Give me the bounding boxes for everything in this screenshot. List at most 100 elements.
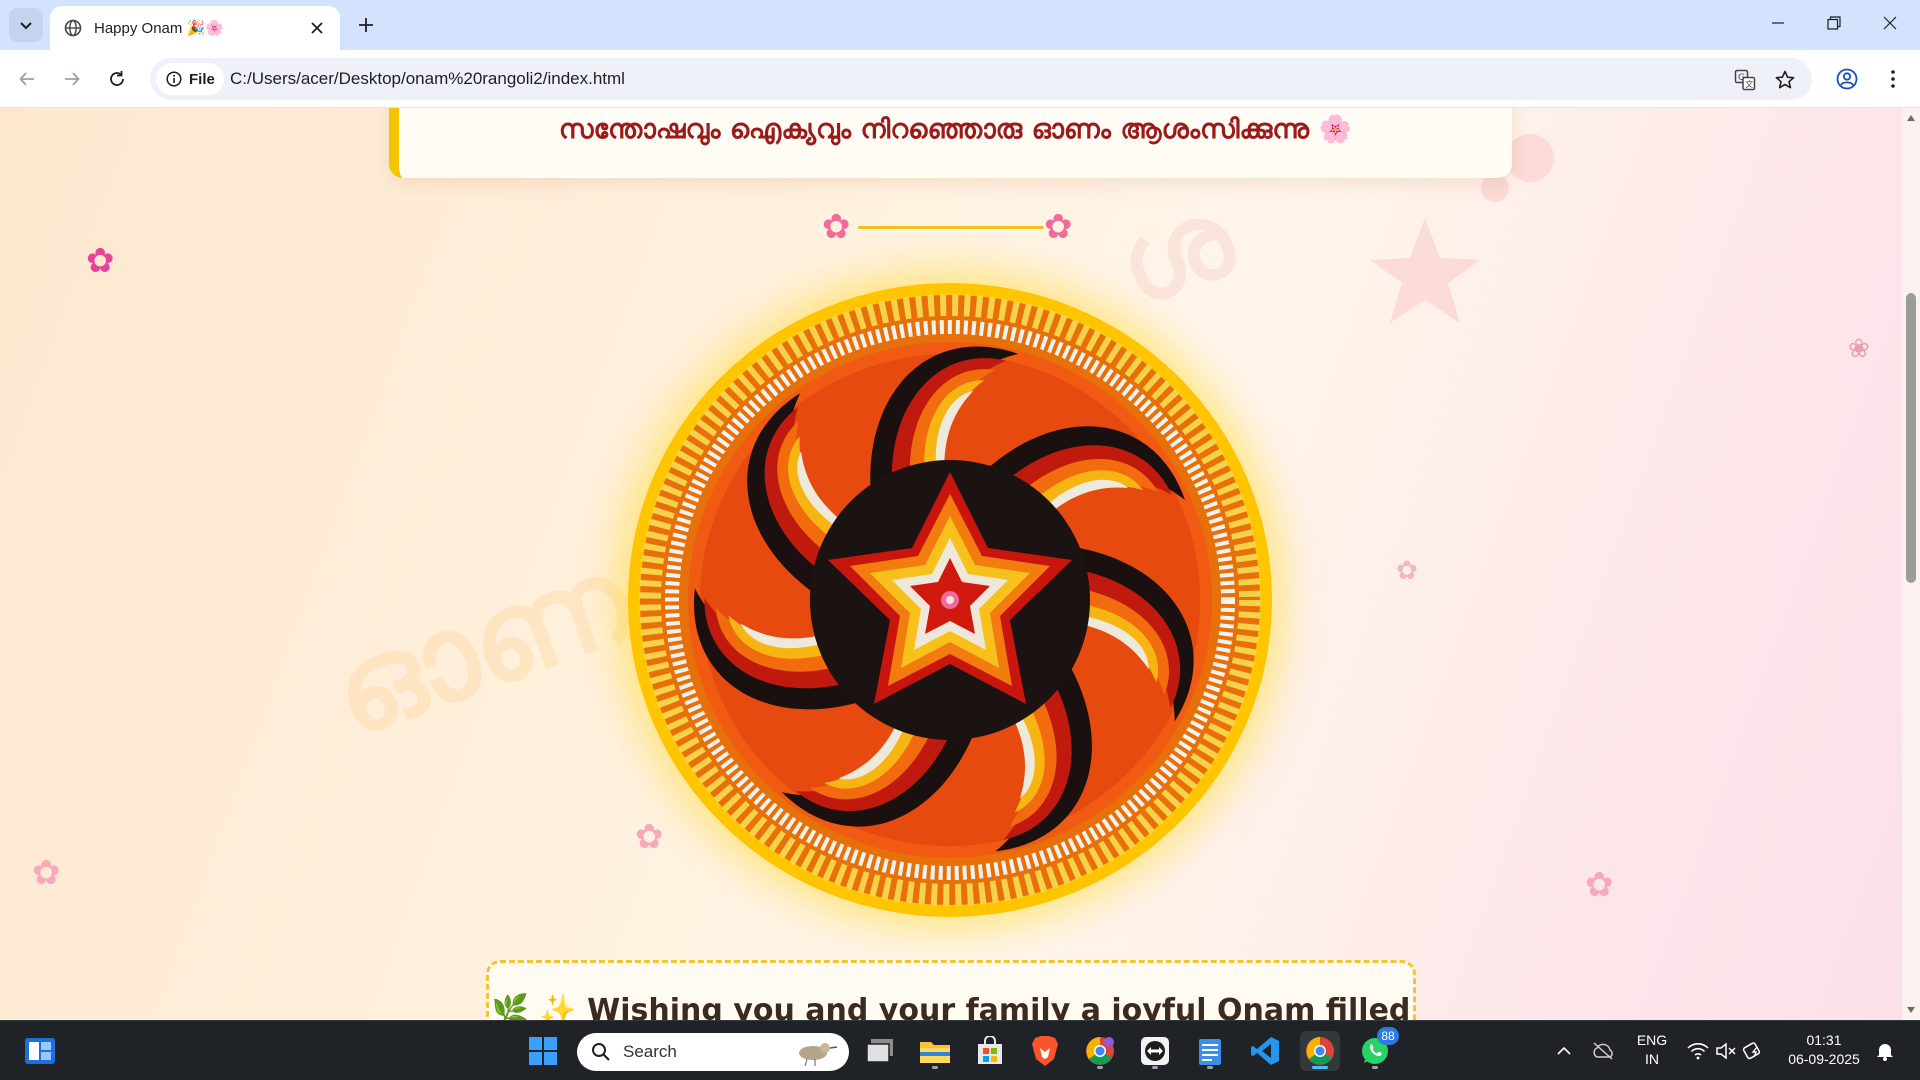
restore-icon bbox=[1827, 16, 1841, 30]
address-bar[interactable]: File C:/Users/acer/Desktop/onam%20rangol… bbox=[150, 58, 1812, 100]
clock-time: 01:31 bbox=[1806, 1032, 1842, 1048]
tab-strip: Happy Onam 🎉🌸 bbox=[0, 0, 1920, 50]
bird-illustration-icon bbox=[799, 1043, 837, 1067]
battery-button[interactable] bbox=[1741, 1031, 1767, 1071]
store-icon bbox=[978, 1036, 1002, 1064]
page-scrollbar[interactable] bbox=[1902, 108, 1920, 1020]
clock[interactable]: 01:31 06-09-2025 bbox=[1782, 1031, 1866, 1069]
close-icon bbox=[311, 22, 323, 34]
new-tab-button[interactable] bbox=[350, 9, 382, 41]
floating-flower-icon: ✿ bbox=[1396, 556, 1418, 586]
chevron-up-icon bbox=[1557, 1046, 1571, 1055]
widgets-icon bbox=[25, 1038, 55, 1064]
floating-flower-icon: ✿ bbox=[32, 853, 61, 893]
info-icon bbox=[166, 71, 182, 87]
notepad-button[interactable] bbox=[1190, 1031, 1230, 1071]
vscode-icon bbox=[1251, 1037, 1279, 1065]
tab-title: Happy Onam 🎉🌸 bbox=[94, 20, 224, 37]
clock-date: 06-09-2025 bbox=[1788, 1051, 1860, 1067]
browser-toolbar: File C:/Users/acer/Desktop/onam%20rangol… bbox=[0, 50, 1920, 108]
arrow-right-icon bbox=[65, 72, 80, 86]
rangoli-image bbox=[628, 283, 1272, 917]
globe-icon bbox=[64, 19, 82, 37]
forward-button[interactable] bbox=[55, 62, 89, 96]
back-button[interactable] bbox=[10, 62, 44, 96]
running-indicator bbox=[1372, 1066, 1378, 1069]
notifications-button[interactable] bbox=[1872, 1031, 1898, 1071]
volume-button[interactable] bbox=[1713, 1031, 1739, 1071]
chrome-active-button[interactable] bbox=[1300, 1031, 1340, 1071]
whatsapp-button[interactable]: 88 bbox=[1355, 1027, 1399, 1071]
floating-flower-icon: ✿ bbox=[86, 241, 115, 281]
widgets-button[interactable] bbox=[20, 1031, 60, 1071]
tab-close-button[interactable] bbox=[306, 17, 328, 39]
folder-icon bbox=[920, 1042, 950, 1063]
close-window-button[interactable] bbox=[1862, 0, 1918, 46]
more-vertical-icon bbox=[1891, 70, 1895, 88]
browser-tab[interactable]: Happy Onam 🎉🌸 bbox=[50, 6, 340, 50]
running-indicator bbox=[1152, 1066, 1158, 1069]
active-indicator bbox=[1312, 1066, 1328, 1069]
language-code: ENG bbox=[1636, 1032, 1668, 1048]
profile-button[interactable] bbox=[1830, 62, 1864, 96]
url-text[interactable]: C:/Users/acer/Desktop/onam%20rangoli2/in… bbox=[230, 69, 625, 89]
onedrive-button[interactable] bbox=[1588, 1031, 1618, 1071]
cloud-offline-icon bbox=[1593, 1042, 1613, 1060]
triangle-down-icon bbox=[1907, 1007, 1915, 1013]
windows-logo-icon bbox=[529, 1037, 557, 1065]
region-code: IN bbox=[1645, 1051, 1659, 1067]
scroll-thumb[interactable] bbox=[1906, 293, 1916, 583]
divider-line bbox=[858, 226, 1044, 229]
browser-menu-button[interactable] bbox=[1876, 62, 1910, 96]
running-indicator bbox=[1097, 1066, 1103, 1069]
watermark-text-left: ഓണ bbox=[315, 530, 648, 765]
site-info-chip[interactable]: File bbox=[156, 63, 224, 95]
wifi-icon bbox=[1687, 1043, 1709, 1060]
bell-icon bbox=[1877, 1044, 1893, 1061]
chevron-down-icon bbox=[20, 22, 32, 30]
running-indicator bbox=[932, 1066, 938, 1069]
teamviewer-button[interactable] bbox=[1135, 1031, 1175, 1071]
vscode-button[interactable] bbox=[1245, 1031, 1285, 1071]
file-explorer-button[interactable] bbox=[915, 1031, 955, 1071]
notification-badge: 88 bbox=[1377, 1027, 1399, 1045]
triangle-up-icon bbox=[1907, 115, 1915, 121]
floating-flower-icon: ❀ bbox=[1848, 334, 1870, 364]
star-icon bbox=[1775, 70, 1795, 89]
scroll-up-button[interactable] bbox=[1906, 113, 1916, 123]
divider-flower-right-icon: ✿ bbox=[1044, 207, 1073, 247]
task-view-button[interactable] bbox=[860, 1031, 900, 1071]
scroll-down-button[interactable] bbox=[1906, 1005, 1916, 1015]
reload-icon bbox=[110, 71, 124, 86]
taskbar-search[interactable]: Search bbox=[577, 1033, 849, 1071]
arrow-left-icon bbox=[19, 72, 34, 86]
chrome-profile-button[interactable] bbox=[1080, 1031, 1120, 1071]
language-indicator[interactable]: ENG IN bbox=[1630, 1031, 1674, 1069]
taskbar-search-placeholder: Search bbox=[623, 1042, 677, 1061]
reload-button[interactable] bbox=[100, 62, 134, 96]
minimize-icon bbox=[1772, 22, 1784, 24]
greeting-card: സന്തോഷവും ഐക്യവും നിറഞ്ഞൊരു ഓണം ആശംസിക്ക… bbox=[389, 108, 1512, 178]
microsoft-store-button[interactable] bbox=[970, 1031, 1010, 1071]
profile-icon bbox=[1836, 68, 1858, 90]
chrome-icon bbox=[1086, 1037, 1114, 1065]
wifi-button[interactable] bbox=[1685, 1031, 1711, 1071]
plus-icon bbox=[359, 18, 373, 32]
task-view-icon bbox=[866, 1039, 893, 1063]
svg-text:文: 文 bbox=[1745, 79, 1753, 89]
wish-message: 🌿 ✨ Wishing you and your family a joyful… bbox=[491, 993, 1411, 1020]
pookalam-illustration bbox=[628, 283, 1272, 917]
site-chip-label: File bbox=[189, 70, 215, 88]
bookmark-star-button[interactable] bbox=[1772, 67, 1798, 93]
brave-browser-button[interactable] bbox=[1025, 1031, 1065, 1071]
start-button[interactable] bbox=[523, 1031, 563, 1071]
windows-taskbar: Search 88 ENG IN 01:31 06-09-2025 bbox=[0, 1020, 1920, 1080]
restore-button[interactable] bbox=[1806, 0, 1862, 46]
show-hidden-icons-button[interactable] bbox=[1552, 1031, 1576, 1071]
tab-search-button[interactable] bbox=[9, 8, 43, 42]
minimize-button[interactable] bbox=[1750, 0, 1806, 46]
page-viewport: ഓണ ശ സന്തോഷവും ഐക്യവും നിറഞ്ഞൊരു ഓണം ആശം… bbox=[0, 108, 1902, 1020]
greeting-heading: സന്തോഷവും ഐക്യവും നിറഞ്ഞൊരു ഓണം ആശംസിക്ക… bbox=[558, 114, 1353, 145]
translate-button[interactable]: G文 bbox=[1732, 67, 1758, 93]
running-indicator bbox=[1207, 1066, 1213, 1069]
